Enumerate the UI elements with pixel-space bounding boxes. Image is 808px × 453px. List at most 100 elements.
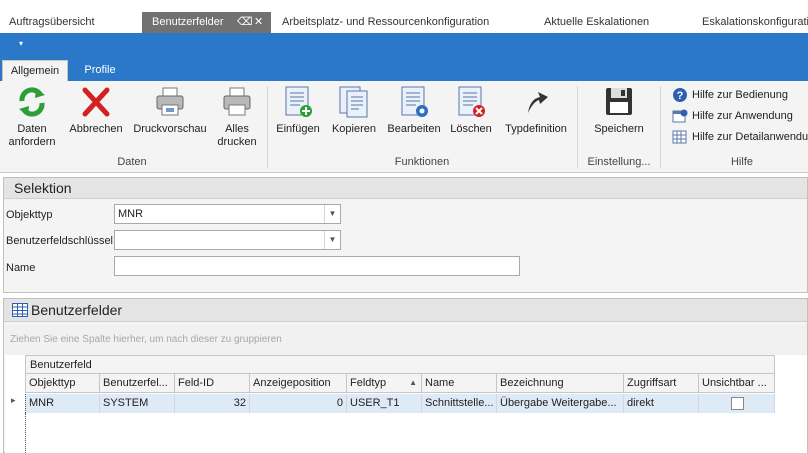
copy-label: Kopieren bbox=[331, 123, 377, 135]
save-label: Speichern bbox=[594, 123, 644, 135]
doc-tab-benutzerfelder[interactable]: Benutzerfelder ⌫ ✕ bbox=[142, 12, 271, 33]
column-header-feld-id[interactable]: Feld-ID bbox=[175, 374, 250, 393]
close-icon[interactable]: ✕ bbox=[254, 12, 263, 33]
column-header-feldtyp-label: Feldtyp bbox=[350, 377, 387, 389]
table-row-cell-unsichtbar[interactable] bbox=[699, 394, 775, 413]
column-header-anzeigeposition[interactable]: Anzeigeposition bbox=[250, 374, 347, 393]
help-operation-label: Hilfe zur Bedienung bbox=[692, 89, 789, 101]
table-icon bbox=[12, 303, 28, 317]
doc-tab-arbeitsplatz[interactable]: Arbeitsplatz- und Ressourcenkonfiguratio… bbox=[282, 12, 489, 33]
table-row-cell-name[interactable]: Schnittstelle... bbox=[422, 394, 497, 413]
type-definition-label: Typdefinition bbox=[505, 123, 567, 135]
table-row-cell-zugriffsart[interactable]: direkt bbox=[624, 394, 699, 413]
pin-icon[interactable]: ⌫ bbox=[237, 12, 253, 33]
group-label-daten: Daten bbox=[117, 156, 147, 168]
field-key-label: Benutzerfeldschlüssel bbox=[6, 235, 114, 247]
ribbon-toolbar: Daten anfordern Abbrechen Druckvorschau … bbox=[0, 81, 808, 173]
column-header-objekttyp[interactable]: Objekttyp bbox=[25, 374, 100, 393]
grid-panel: Benutzerfelder Ziehen Sie eine Spalte hi… bbox=[3, 298, 808, 453]
help-window-icon bbox=[672, 109, 688, 123]
table-row-cell-benutzerfeld[interactable]: SYSTEM bbox=[100, 394, 175, 413]
table-row-cell-objekttyp[interactable]: MNR bbox=[25, 394, 100, 413]
tab-allgemein[interactable]: Allgemein bbox=[2, 60, 68, 81]
sort-ascending-icon: ▲ bbox=[409, 378, 417, 387]
delete-button[interactable]: Löschen bbox=[448, 85, 494, 136]
printer-icon bbox=[223, 87, 251, 116]
help-detail-label: Hilfe zur Detailanwendun bbox=[692, 131, 808, 143]
column-header-bezeichnung[interactable]: Bezeichnung bbox=[497, 374, 624, 393]
data-request-label: Daten anfordern bbox=[8, 123, 56, 148]
ribbon-header: ▾ Allgemein Profile bbox=[0, 33, 808, 81]
group-by-drop-area[interactable]: Ziehen Sie eine Spalte hierher, um nach … bbox=[5, 325, 807, 355]
data-grid: Benutzerfeld ▸ Objekttyp Benutzerfel... … bbox=[5, 355, 807, 453]
arrow-icon bbox=[528, 92, 548, 113]
doc-tab-auftragsuebersicht[interactable]: Auftragsübersicht bbox=[9, 12, 95, 33]
help-application-button[interactable]: Hilfe zur Anwendung bbox=[672, 107, 793, 125]
group-label-einstellung: Einstellung... bbox=[587, 156, 651, 168]
save-button[interactable]: Speichern bbox=[588, 85, 650, 136]
document-delete-icon bbox=[458, 86, 485, 117]
column-header-zugriffsart[interactable]: Zugriffsart bbox=[624, 374, 699, 393]
quick-access-menu-icon[interactable]: ▾ bbox=[19, 39, 23, 48]
column-header-benutzerfeld[interactable]: Benutzerfel... bbox=[100, 374, 175, 393]
table-row-cell-feldtyp[interactable]: USER_T1 bbox=[347, 394, 422, 413]
table-row-cell-feld-id[interactable]: 32 bbox=[175, 394, 250, 413]
table-row-cell-anzeigeposition[interactable]: 0 bbox=[250, 394, 347, 413]
help-question-icon: ? bbox=[673, 88, 687, 103]
cancel-button[interactable]: Abbrechen bbox=[66, 85, 126, 136]
cancel-label: Abbrechen bbox=[69, 123, 123, 135]
help-operation-button[interactable]: ? Hilfe zur Bedienung bbox=[672, 86, 788, 104]
print-all-button[interactable]: Alles drucken bbox=[212, 85, 262, 149]
object-type-combo[interactable]: MNR ▼ bbox=[114, 204, 341, 224]
help-grid-icon bbox=[672, 130, 687, 144]
table-row-cell-bezeichnung[interactable]: Übergabe Weitergabe... bbox=[497, 394, 624, 413]
insert-button[interactable]: Einfügen bbox=[273, 85, 323, 136]
group-label-hilfe: Hilfe bbox=[730, 156, 753, 168]
column-header-feldtyp[interactable]: Feldtyp ▲ bbox=[347, 374, 422, 393]
refresh-icon bbox=[19, 87, 45, 117]
selection-panel-title: Selektion bbox=[4, 178, 807, 199]
row-focus-indicator bbox=[25, 413, 26, 453]
floppy-disk-icon bbox=[606, 88, 632, 115]
grid-panel-header: Benutzerfelder bbox=[4, 299, 807, 322]
help-detail-button[interactable]: Hilfe zur Detailanwendun bbox=[672, 128, 808, 146]
name-label: Name bbox=[6, 262, 36, 274]
print-preview-button[interactable]: Druckvorschau bbox=[132, 85, 208, 136]
svg-text:?: ? bbox=[677, 90, 684, 102]
document-tab-strip: Auftragsübersicht Benutzerfelder ⌫ ✕ Arb… bbox=[0, 0, 808, 33]
red-x-icon bbox=[82, 87, 110, 117]
edit-button[interactable]: Bearbeiten bbox=[386, 85, 442, 136]
invisible-checkbox[interactable] bbox=[731, 397, 744, 410]
name-input[interactable] bbox=[114, 256, 520, 276]
field-key-combo[interactable]: ▼ bbox=[114, 230, 341, 250]
ribbon-separator bbox=[577, 86, 578, 168]
column-header-name[interactable]: Name bbox=[422, 374, 497, 393]
help-application-label: Hilfe zur Anwendung bbox=[692, 110, 793, 122]
type-definition-button[interactable]: Typdefinition bbox=[500, 85, 572, 136]
chevron-down-icon[interactable]: ▼ bbox=[324, 231, 340, 249]
chevron-down-icon[interactable]: ▼ bbox=[324, 205, 340, 223]
object-type-label: Objekttyp bbox=[6, 209, 53, 221]
delete-label: Löschen bbox=[450, 123, 492, 135]
copy-button[interactable]: Kopieren bbox=[329, 85, 379, 136]
ribbon-separator bbox=[660, 86, 661, 168]
print-all-label: Alles drucken bbox=[217, 123, 257, 148]
printer-icon bbox=[156, 87, 184, 116]
grid-panel-title: Benutzerfelder bbox=[31, 302, 123, 318]
selection-panel: Selektion Objekttyp MNR ▼ Benutzerfeldsc… bbox=[3, 177, 808, 293]
band-header: Benutzerfeld bbox=[25, 355, 775, 374]
edit-label: Bearbeiten bbox=[387, 123, 441, 135]
row-indicator-icon: ▸ bbox=[11, 395, 16, 405]
tab-profile[interactable]: Profile bbox=[76, 60, 124, 81]
document-add-icon bbox=[285, 86, 312, 117]
column-header-unsichtbar[interactable]: Unsichtbar ... bbox=[699, 374, 775, 393]
doc-tab-eskalationskonfiguration[interactable]: Eskalationskonfigurati bbox=[702, 12, 808, 33]
insert-label: Einfügen bbox=[276, 123, 320, 135]
data-request-button[interactable]: Daten anfordern bbox=[4, 85, 60, 149]
ribbon-separator bbox=[267, 86, 268, 168]
object-type-value: MNR bbox=[118, 208, 144, 220]
doc-tab-eskalationen[interactable]: Aktuelle Eskalationen bbox=[544, 12, 649, 33]
row-indicator-column: ▸ bbox=[5, 374, 25, 413]
group-label-funktionen: Funktionen bbox=[394, 156, 450, 168]
doc-tab-label: Benutzerfelder bbox=[152, 16, 224, 28]
